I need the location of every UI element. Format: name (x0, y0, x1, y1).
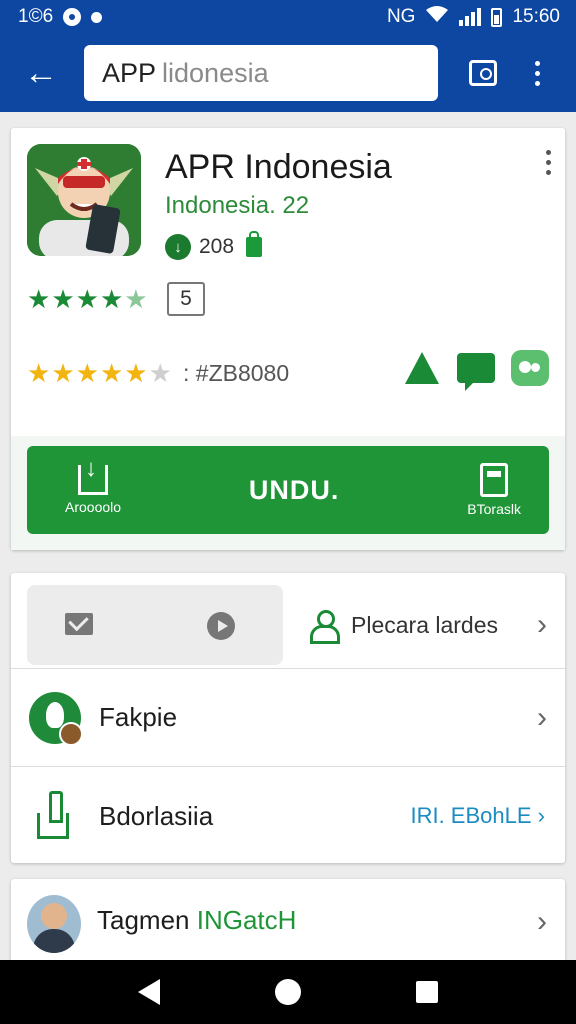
download-count: 208 (199, 235, 235, 258)
app-card: APR Indonesia Indonesia. 22 ↓ 208 ★ ★ ★ ★ ★ … (11, 128, 565, 550)
chat-icon[interactable] (457, 350, 495, 391)
download-circle-icon: ↓ (165, 234, 191, 260)
card-more-vert-icon[interactable] (546, 150, 551, 175)
chevron-right-icon: › (537, 700, 547, 734)
toolbar: ← APP lidonesia (0, 34, 576, 112)
feedback-icon[interactable] (462, 52, 504, 94)
search-ghost-text: lidonesia (162, 57, 269, 88)
document-icon (480, 463, 509, 497)
game-icon[interactable] (511, 350, 549, 386)
more-vert-icon[interactable] (516, 52, 558, 94)
app-title: APR Indonesia (165, 148, 392, 186)
media-tile[interactable] (27, 585, 283, 665)
chevron-right-icon: › (537, 608, 547, 641)
star-icon: ★ (99, 284, 124, 314)
share-icon (37, 791, 69, 839)
status-bar: 1©6 NG 15:60 (0, 0, 576, 34)
search-typed-text: APP (102, 57, 157, 88)
install-left-caption: Aroooolo (65, 499, 122, 515)
star-icon: ★ (51, 358, 75, 388)
network-label: NG (386, 6, 416, 27)
mail-icon[interactable] (65, 613, 93, 635)
avatar (27, 895, 81, 953)
status-time-right: 15:60 (512, 6, 560, 27)
download-icon (78, 455, 109, 495)
review-count: : #ZB8080 (183, 360, 290, 386)
home-icon[interactable] (403, 350, 441, 386)
star-icon: ★ (99, 358, 124, 388)
star-icon: ★ (75, 358, 99, 388)
app-icon[interactable] (27, 144, 141, 256)
leaf-icon (29, 691, 83, 746)
star-icon: ★ (75, 284, 99, 314)
install-button[interactable]: Aroooolo UNDU. BToraslk (27, 446, 549, 534)
star-icon: ★ (51, 284, 75, 314)
search-input[interactable]: APP lidonesia (84, 45, 438, 101)
list-item-link-text: IRI. EBohLE (410, 803, 532, 828)
star-half-icon: ★ (124, 284, 148, 314)
tiles-row: Plecara lardes › (11, 573, 565, 669)
signal-icon (459, 8, 482, 26)
wifi-icon (425, 5, 449, 29)
star-icon: ★ (27, 358, 51, 388)
gold-star-rating: ★ ★ ★ ★ ★ ★ (27, 360, 172, 386)
developer-title-main: Tagmen (97, 905, 197, 935)
star-icon: ★ (124, 358, 148, 388)
battery-icon (491, 7, 503, 27)
install-right: BToraslk (467, 463, 521, 517)
list-item-fakpie[interactable]: Fakpie › (11, 669, 565, 767)
install-label: UNDU. (248, 474, 340, 505)
options-card: Plecara lardes › Fakpie › Bdorlasiia IRI… (11, 573, 565, 863)
list-item-label: Fakpie (99, 702, 178, 732)
notification-icon (63, 8, 82, 26)
developer-title-accent: INGatcH (196, 905, 297, 935)
action-icons (403, 350, 549, 391)
rating-box: 5 (167, 282, 205, 316)
install-right-caption: BToraslk (467, 501, 521, 517)
nav-back-icon[interactable] (137, 979, 160, 1005)
list-item-link[interactable]: IRI. EBohLE › (410, 803, 545, 829)
navigation-bar (0, 960, 576, 1024)
tag-icon[interactable] (207, 612, 235, 640)
person-icon (307, 608, 341, 644)
nav-home-icon[interactable] (274, 979, 301, 1005)
chevron-right-icon: › (537, 905, 547, 938)
nav-recents-icon[interactable] (416, 981, 439, 1003)
developer-card[interactable]: Tagmen INGatcH › (11, 879, 565, 969)
people-tile[interactable]: Plecara lardes › (291, 585, 565, 665)
back-arrow-icon[interactable]: ← (20, 52, 62, 94)
star-icon: ★ (27, 284, 51, 314)
app-subtitle[interactable]: Indonesia. 22 (165, 192, 309, 220)
status-time-left: 1©6 (18, 6, 54, 27)
star-empty-icon: ★ (148, 358, 172, 388)
lock-icon (246, 231, 263, 257)
list-item-bdorlasiia[interactable]: Bdorlasiia IRI. EBohLE › (11, 767, 565, 865)
download-count-row: ↓ 208 (165, 231, 263, 260)
notification-dot-icon (91, 11, 103, 23)
people-tile-label: Plecara lardes (351, 611, 499, 638)
green-star-rating: ★ ★ ★ ★ ★ (27, 286, 148, 312)
developer-title: Tagmen INGatcH (97, 905, 296, 936)
install-left: Aroooolo (65, 455, 122, 515)
list-item-label: Bdorlasiia (99, 800, 214, 831)
